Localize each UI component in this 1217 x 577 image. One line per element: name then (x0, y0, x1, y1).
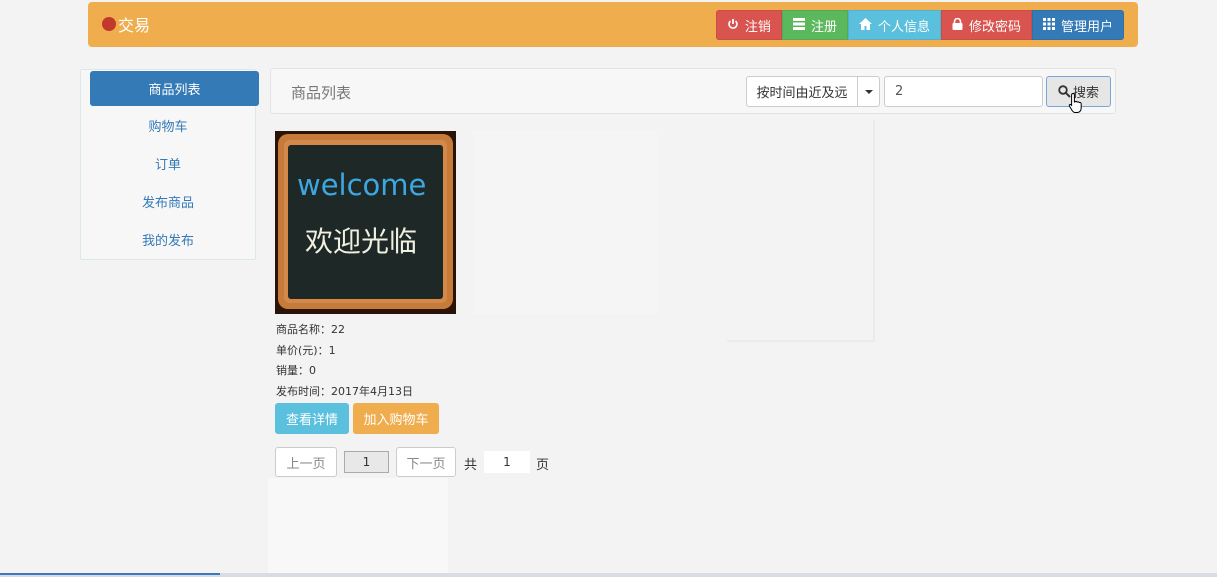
product-price-label: 单价(元)： (276, 344, 329, 357)
product-date-value: 2017年4月13日 (331, 385, 413, 398)
sidebar-item-product-list[interactable]: 商品列表 (90, 71, 259, 106)
register-button[interactable]: 注册 (781, 10, 848, 40)
brand-title: 交易 (118, 16, 151, 35)
product-sales-row: 销量：0 (276, 362, 316, 378)
sidebar-item-cart[interactable]: 购物车 (81, 106, 255, 144)
product-price-value: 1 (328, 344, 336, 357)
prev-page-button[interactable]: 上一页 (275, 447, 337, 477)
welcome-chinese-text: 欢迎光临 (305, 225, 417, 258)
nav-button-group: 注销 注册 个人信息 修改密码 管理用户 (715, 10, 1124, 40)
brand-logo-icon (102, 17, 116, 31)
total-prefix: 共 (464, 458, 478, 473)
sort-dropdown-button[interactable]: 按时间由近及远 (746, 76, 858, 107)
home-icon (858, 18, 872, 32)
product-name-label: 商品名称： (276, 323, 331, 336)
sidebar-item-my-publications[interactable]: 我的发布 (81, 220, 255, 258)
sidebar-item-orders[interactable]: 订单 (81, 144, 255, 182)
panel-title: 商品列表 (291, 84, 352, 102)
product-sales-value: 0 (309, 364, 316, 377)
current-page-field[interactable]: 1 (344, 451, 389, 473)
product-image[interactable]: welcome 欢迎光临 (275, 131, 456, 314)
profile-button[interactable]: 个人信息 (847, 10, 941, 40)
power-icon (727, 18, 739, 32)
logout-button[interactable]: 注销 (715, 10, 782, 40)
top-navbar: 交易 注销 注册 个人信息 修改密码 管理用户 (88, 2, 1138, 47)
sidebar: 商品列表 购物车 订单 发布商品 我的发布 (80, 69, 259, 260)
welcome-text: welcome (297, 168, 426, 202)
product-date-label: 发布时间： (276, 385, 331, 398)
faded-background-column (727, 120, 875, 342)
list-panel-header: 商品列表 按时间由近及远 搜索 (270, 68, 1116, 114)
manage-users-label: 管理用户 (1060, 19, 1113, 35)
product-name-value: 22 (331, 323, 345, 336)
logout-label: 注销 (744, 19, 771, 35)
loading-progress (0, 573, 220, 575)
register-label: 注册 (810, 19, 837, 35)
profile-label: 个人信息 (877, 19, 930, 35)
caret-down-icon (864, 89, 873, 94)
product-sales-label: 销量： (276, 364, 309, 377)
change-password-label: 修改密码 (968, 19, 1021, 35)
grid-icon (1042, 18, 1055, 32)
brand[interactable]: 交易 (102, 12, 150, 36)
lock-icon (952, 17, 963, 32)
sort-dropdown-toggle[interactable] (857, 76, 880, 107)
faded-product-image (473, 130, 657, 314)
product-price-row: 单价(元)：1 (276, 342, 336, 358)
add-to-cart-button[interactable]: 加入购物车 (353, 403, 439, 434)
change-password-button[interactable]: 修改密码 (940, 10, 1032, 40)
total-pages: 1 (484, 451, 530, 473)
list-icon (792, 18, 805, 32)
product-date-row: 发布时间：2017年4月13日 (276, 383, 413, 399)
next-page-button[interactable]: 下一页 (396, 447, 456, 477)
sidebar-item-publish[interactable]: 发布商品 (81, 182, 255, 220)
product-name-row: 商品名称：22 (276, 321, 345, 337)
faded-bottom-block (268, 478, 448, 577)
search-input[interactable] (884, 76, 1043, 107)
total-suffix: 页 (536, 458, 550, 473)
view-details-button[interactable]: 查看详情 (275, 403, 349, 434)
hand-cursor-icon (1068, 92, 1082, 113)
manage-users-button[interactable]: 管理用户 (1031, 10, 1124, 40)
browser-status-bar (0, 573, 1217, 577)
